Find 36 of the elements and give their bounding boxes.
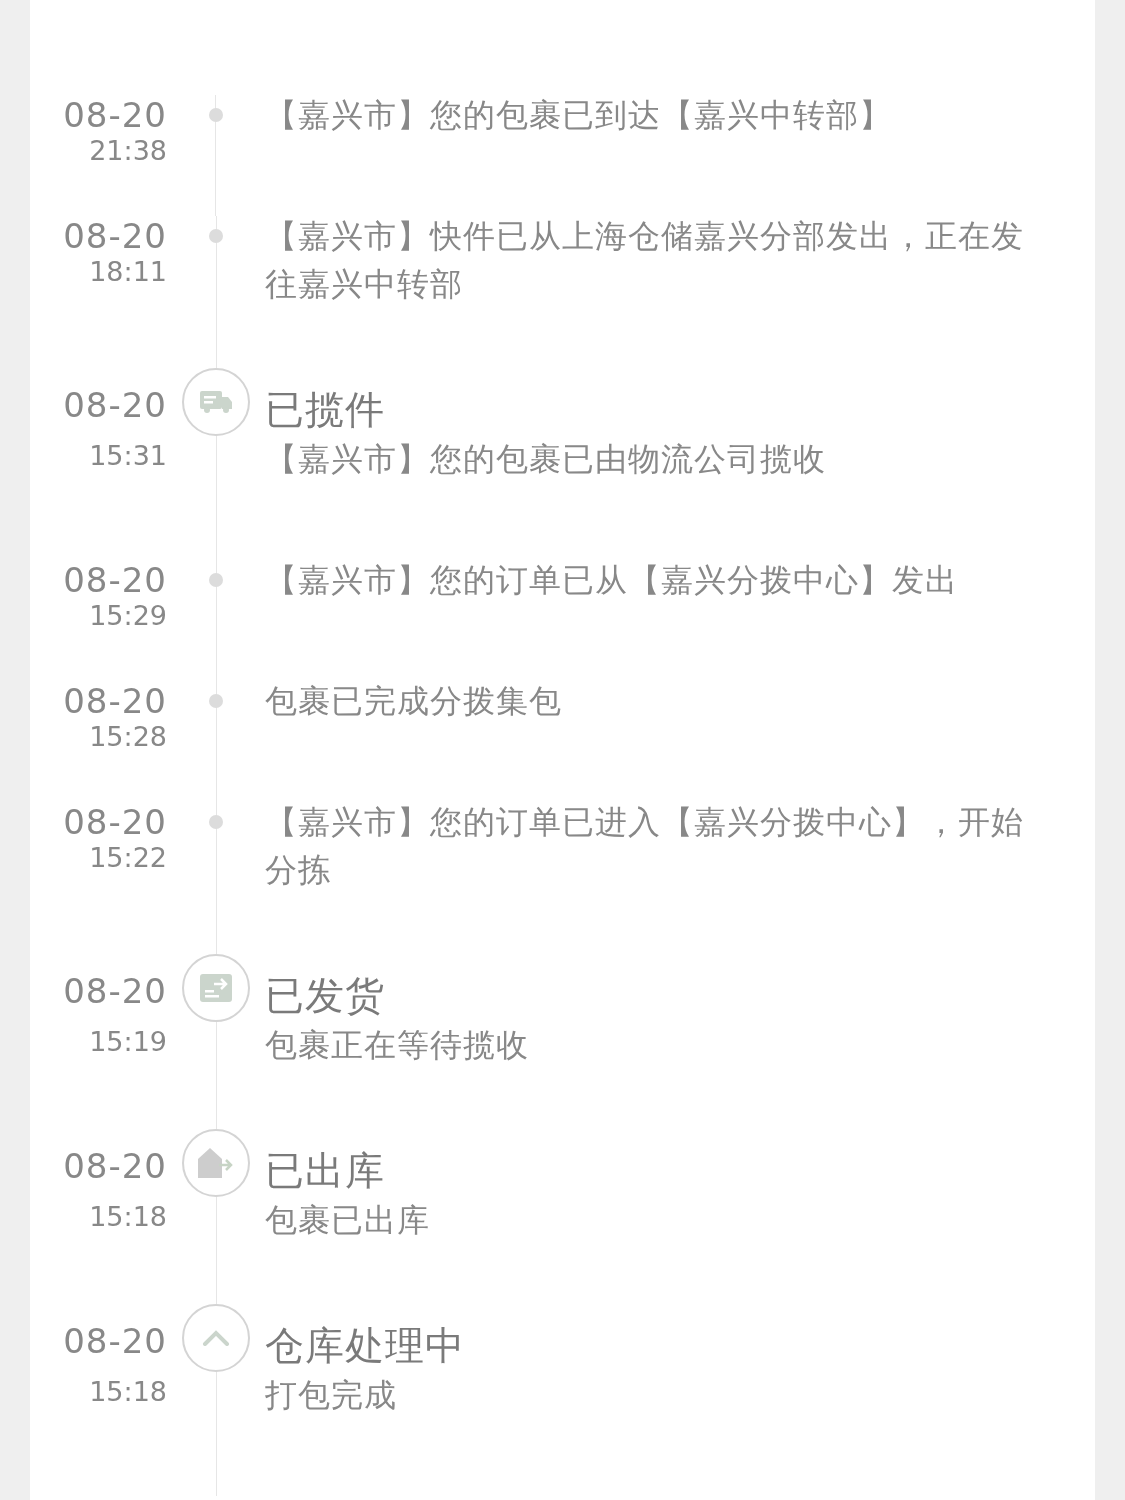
status-title: 仓库处理中 <box>265 1322 466 1370</box>
event-time: 18:11 <box>89 256 167 288</box>
event-time: 15:18 <box>89 1201 167 1233</box>
event-time: 15:28 <box>89 721 167 753</box>
event-description: 包裹正在等待揽收 <box>265 1025 530 1066</box>
status-title: 已发货 <box>265 972 386 1020</box>
event-date: 08-20 <box>63 385 167 425</box>
event-time: 15:29 <box>89 600 167 632</box>
event-description: 包裹已出库 <box>265 1200 431 1241</box>
event-description: 【嘉兴市】您的包裹已由物流公司揽收 <box>265 439 827 480</box>
event-description: 打包完成 <box>265 1375 398 1416</box>
timeline-dot <box>209 694 223 708</box>
event-date: 08-20 <box>63 1321 167 1361</box>
status-title: 已揽件 <box>265 386 386 434</box>
event-date: 08-20 <box>63 216 167 256</box>
event-date: 08-20 <box>63 802 167 842</box>
event-description: 【嘉兴市】您的订单已进入【嘉兴分拨中心】，开始分拣 <box>265 802 1025 891</box>
timeline-dot <box>209 573 223 587</box>
event-description: 【嘉兴市】您的订单已从【嘉兴分拨中心】发出 <box>265 560 959 601</box>
event-date: 08-20 <box>63 971 167 1011</box>
timeline-dot <box>209 108 223 122</box>
event-time: 15:31 <box>89 440 167 472</box>
event-date: 08-20 <box>63 560 167 600</box>
event-time: 15:19 <box>89 1026 167 1058</box>
event-time: 15:22 <box>89 842 167 874</box>
event-description: 【嘉兴市】您的包裹已到达【嘉兴中转部】 <box>265 95 893 136</box>
event-date: 08-20 <box>63 681 167 721</box>
event-time: 15:18 <box>89 1376 167 1408</box>
status-title: 已出库 <box>265 1147 386 1195</box>
event-description: 包裹已完成分拨集包 <box>265 681 563 722</box>
event-description: 【嘉兴市】快件已从上海仓储嘉兴分部发出，正在发往嘉兴中转部 <box>265 216 1025 305</box>
event-date: 08-20 <box>63 1146 167 1186</box>
timeline-dot <box>209 815 223 829</box>
timeline-dot <box>209 229 223 243</box>
event-date: 08-20 <box>63 95 167 135</box>
event-time: 21:38 <box>89 135 167 167</box>
